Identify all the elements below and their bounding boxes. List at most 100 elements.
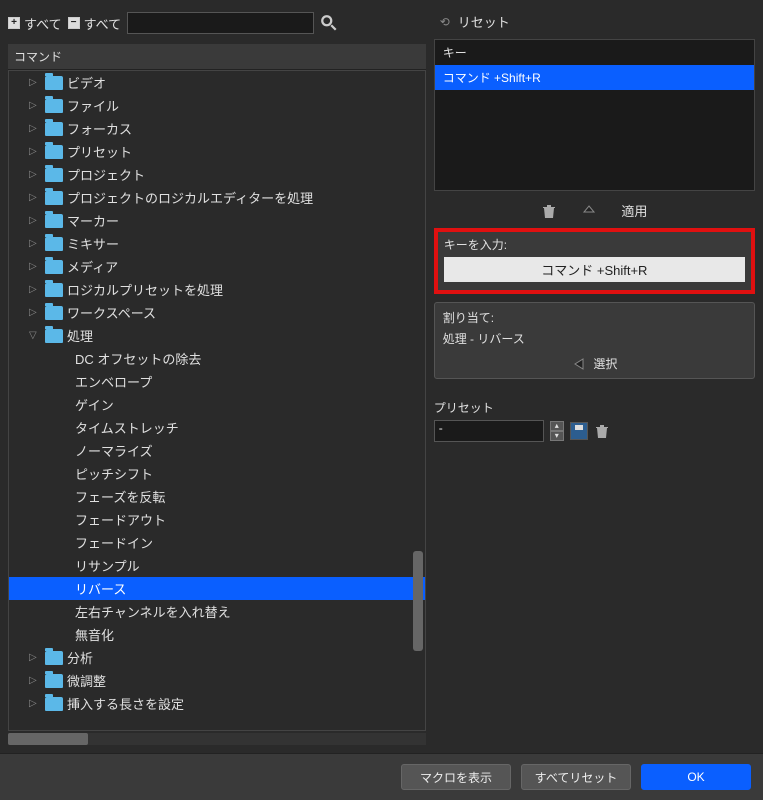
tree-item-label: ゲイン — [75, 395, 114, 414]
command-tree[interactable]: ▷ビデオ▷ファイル▷フォーカス▷プリセット▷プロジェクト▷プロジェクトのロジカル… — [8, 70, 426, 731]
scrollbar-thumb-h[interactable] — [8, 733, 88, 745]
expand-all-button[interactable]: + すべて — [8, 14, 62, 33]
tree-folder[interactable]: ▷ ファイル — [9, 94, 425, 117]
chevron-down-icon[interactable]: ▽ — [29, 330, 41, 341]
spinner-down[interactable]: ▾ — [550, 431, 564, 441]
ok-button[interactable]: OK — [641, 764, 751, 790]
apply-label[interactable]: 適用 — [621, 201, 647, 220]
tree-item[interactable]: 左右チャンネルを入れ替え — [9, 600, 425, 623]
collapse-all-button[interactable]: − すべて — [68, 14, 122, 33]
chevron-right-icon[interactable]: ▷ — [29, 284, 41, 295]
tree-item[interactable]: フェーズを反転 — [9, 485, 425, 508]
tree-folder[interactable]: ▷ ミキサー — [9, 232, 425, 255]
folder-icon — [45, 191, 63, 205]
trash-icon[interactable] — [541, 203, 557, 219]
assignment-label: 割り当て: — [443, 309, 746, 326]
tree-item-label: フェードアウト — [75, 510, 166, 529]
arrow-left-icon[interactable] — [571, 356, 587, 372]
chevron-right-icon[interactable]: ▷ — [29, 169, 41, 180]
chevron-right-icon[interactable]: ▷ — [29, 698, 41, 709]
tree-folder-label: 処理 — [67, 326, 93, 345]
keyinput-field[interactable]: コマンド +Shift+R — [444, 257, 745, 282]
folder-icon — [45, 99, 63, 113]
folder-icon — [45, 260, 63, 274]
tree-item[interactable]: ノーマライズ — [9, 439, 425, 462]
folder-icon — [45, 122, 63, 136]
scrollbar-vertical[interactable] — [413, 171, 423, 671]
spinner-up[interactable]: ▴ — [550, 421, 564, 431]
chevron-right-icon[interactable]: ▷ — [29, 100, 41, 111]
tree-folder[interactable]: ▽ 処理 — [9, 324, 425, 347]
tree-folder-label: マーカー — [67, 211, 119, 230]
tree-item-label: フェードイン — [75, 533, 153, 552]
tree-folder[interactable]: ▷ メディア — [9, 255, 425, 278]
tree-item-label: タイムストレッチ — [75, 418, 179, 437]
tree-item-label: 無音化 — [75, 625, 114, 644]
search-icon[interactable] — [320, 14, 338, 32]
tree-item[interactable]: フェードイン — [9, 531, 425, 554]
tree-folder-label: 挿入する長さを設定 — [67, 694, 184, 713]
tree-item[interactable]: DC オフセットの除去 — [9, 347, 425, 370]
tree-folder-label: 微調整 — [67, 671, 106, 690]
tree-item[interactable]: タイムストレッチ — [9, 416, 425, 439]
tree-folder[interactable]: ▷ マーカー — [9, 209, 425, 232]
tree-item[interactable]: フェードアウト — [9, 508, 425, 531]
tree-folder[interactable]: ▷ ワークスペース — [9, 301, 425, 324]
tree-folder[interactable]: ▷フォーカス — [9, 117, 425, 140]
chevron-right-icon[interactable]: ▷ — [29, 215, 41, 226]
tree-folder[interactable]: ▷ロジカルプリセットを処理 — [9, 278, 425, 301]
folder-icon — [45, 674, 63, 688]
folder-icon — [45, 214, 63, 228]
tree-folder[interactable]: ▷ プロジェクト — [9, 163, 425, 186]
trash-preset-icon[interactable] — [594, 423, 610, 439]
key-item[interactable]: コマンド +Shift+R — [435, 65, 754, 90]
tree-folder[interactable]: ▷プリセット — [9, 140, 425, 163]
folder-icon — [45, 697, 63, 711]
plus-icon: + — [8, 17, 20, 29]
save-icon[interactable] — [570, 422, 588, 440]
chevron-right-icon[interactable]: ▷ — [29, 307, 41, 318]
tree-folder-label: プロジェクト — [67, 165, 145, 184]
tree-item-label: エンベロープ — [75, 372, 152, 391]
chevron-right-icon[interactable]: ▷ — [29, 146, 41, 157]
tree-folder[interactable]: ▷分析 — [9, 646, 425, 669]
folder-icon — [45, 145, 63, 159]
reset-label[interactable]: リセット — [458, 12, 510, 31]
tree-item[interactable]: ピッチシフト — [9, 462, 425, 485]
folder-icon — [45, 283, 63, 297]
tree-item[interactable]: ゲイン — [9, 393, 425, 416]
chevron-right-icon[interactable]: ▷ — [29, 123, 41, 134]
tree-item[interactable]: 無音化 — [9, 623, 425, 646]
reset-all-button[interactable]: すべてリセット — [521, 764, 631, 790]
scrollbar-horizontal[interactable] — [8, 733, 426, 745]
folder-icon — [45, 237, 63, 251]
tree-folder-label: ビデオ — [67, 73, 106, 92]
tree-folder-label: メディア — [67, 257, 118, 276]
tree-item[interactable]: リバース — [9, 577, 425, 600]
tree-folder-label: プロジェクトのロジカルエディターを処理 — [67, 188, 313, 207]
arrow-up-icon[interactable] — [581, 203, 597, 219]
tree-folder[interactable]: ▷ 微調整 — [9, 669, 425, 692]
chevron-right-icon[interactable]: ▷ — [29, 675, 41, 686]
chevron-right-icon[interactable]: ▷ — [29, 261, 41, 272]
tree-folder[interactable]: ▷ 挿入する長さを設定 — [9, 692, 425, 715]
tree-folder-label: ミキサー — [67, 234, 119, 253]
tree-item[interactable]: エンベロープ — [9, 370, 425, 393]
chevron-right-icon[interactable]: ▷ — [29, 77, 41, 88]
tree-item[interactable]: リサンプル — [9, 554, 425, 577]
chevron-right-icon[interactable]: ▷ — [29, 192, 41, 203]
select-label[interactable]: 選択 — [593, 355, 617, 372]
chevron-right-icon[interactable]: ▷ — [29, 652, 41, 663]
preset-select[interactable]: - — [434, 420, 544, 442]
folder-icon — [45, 329, 63, 343]
folder-icon — [45, 306, 63, 320]
show-macro-button[interactable]: マクロを表示 — [401, 764, 511, 790]
search-input[interactable] — [127, 12, 314, 34]
chevron-right-icon[interactable]: ▷ — [29, 238, 41, 249]
tree-folder-label: ワークスペース — [67, 303, 156, 322]
scrollbar-thumb[interactable] — [413, 551, 423, 651]
tree-folder[interactable]: ▷ プロジェクトのロジカルエディターを処理 — [9, 186, 425, 209]
tree-folder-label: ファイル — [67, 96, 119, 115]
reset-icon: ⟲ — [440, 15, 450, 29]
tree-folder[interactable]: ▷ ビデオ — [9, 71, 425, 94]
